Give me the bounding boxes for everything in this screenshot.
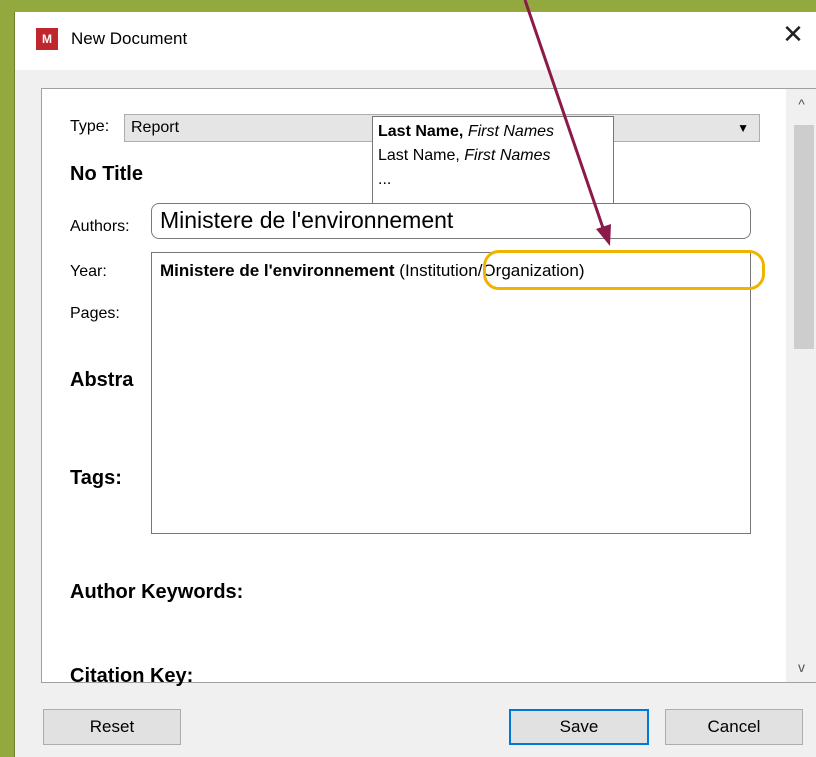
document-title[interactable]: No Title [70,163,143,186]
save-button[interactable]: Save [509,709,649,745]
pages-label: Pages: [70,305,120,322]
name-format-line: Last Name, First Names [378,147,551,164]
background-border-top [0,0,816,12]
type-select-value: Report [131,119,180,136]
vertical-scrollbar[interactable]: ^ v [786,89,816,682]
mendeley-logo-icon: M [36,28,58,50]
window-title: New Document [71,29,188,48]
abstract-heading: Abstra [70,369,134,391]
scroll-up-icon[interactable]: ^ [786,89,816,119]
type-label: Type: [70,118,110,135]
scroll-down-icon[interactable]: v [786,652,816,682]
author-keywords-heading: Author Keywords: [70,581,244,603]
authors-label: Authors: [70,218,130,235]
close-button[interactable]: ✕ [769,12,816,60]
reset-button[interactable]: Reset [43,709,181,745]
scroll-thumb[interactable] [794,125,814,349]
name-format-line: Last Name, First Names [378,123,555,140]
name-format-popup: Last Name, First Names Last Name, First … [372,116,614,206]
author-suggestions-list[interactable]: Ministere de l'environnement (Institutio… [151,252,751,534]
year-label: Year: [70,263,107,280]
authors-input[interactable]: Ministere de l'environnement [151,203,751,239]
dropdown-arrow-icon: ▼ [737,121,749,135]
name-format-ellipsis: ... [378,171,392,188]
citation-key-heading: Citation Key: [70,665,194,687]
title-bar: M New Document ✕ [15,12,816,70]
annotation-highlight [483,250,765,290]
cancel-button[interactable]: Cancel [665,709,803,745]
tags-heading: Tags: [70,467,122,489]
